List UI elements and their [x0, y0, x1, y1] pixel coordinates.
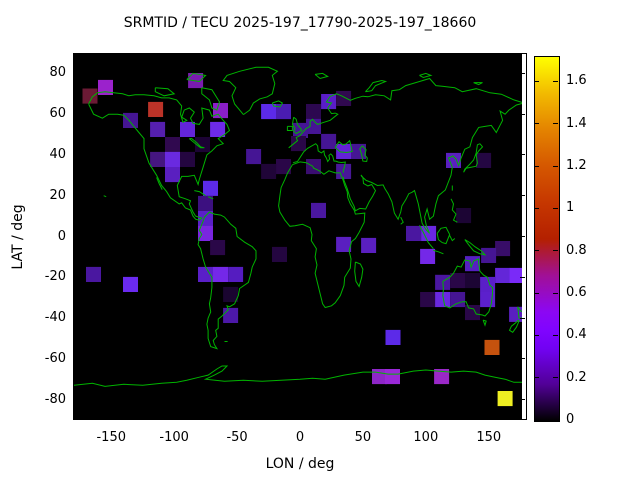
x-tick-label: 150: [476, 430, 502, 445]
right-border-tick: [520, 236, 525, 237]
gnuplot-window: SRMTID / TECU 2025-197_17790-2025-197_18…: [0, 0, 640, 480]
x-tick-label: -150: [96, 430, 126, 445]
colorbar-tick-mark: [534, 334, 539, 336]
y-tick-label: 20: [49, 187, 66, 203]
colorbar-tick-label: 0: [566, 412, 575, 427]
y-tick-label: -20: [44, 269, 66, 285]
x-tick-label: -50: [226, 430, 248, 445]
y-tick-label: -60: [44, 350, 66, 366]
y-axis-label: LAT / deg: [10, 204, 26, 270]
colorbar-tick-label: 0.2: [566, 369, 587, 385]
y-tick-label: 80: [49, 65, 66, 81]
colorbar-tick-mark: [534, 165, 539, 167]
colorbar-tick-label: 0.8: [566, 242, 587, 258]
plot-border: [73, 53, 527, 420]
colorbar-tick-label: 1.6: [566, 73, 587, 89]
colorbar-tick-label: 1: [566, 200, 575, 216]
right-border-tick: [520, 358, 525, 360]
colorbar-tick-mark: [553, 123, 558, 125]
x-tick-label: 0: [295, 430, 305, 445]
plot-title: SRMTID / TECU 2025-197_17790-2025-197_18…: [123, 15, 477, 31]
right-border-tick: [520, 317, 525, 319]
colorbar-tick-mark: [534, 292, 539, 294]
colorbar-tick-mark: [534, 377, 539, 379]
colorbar-tick-label: 0.6: [566, 285, 587, 301]
colorbar-tick-mark: [553, 377, 558, 379]
colorbar-tick-mark: [534, 123, 539, 125]
right-border-tick: [520, 72, 525, 74]
colorbar-tick-mark: [553, 334, 558, 336]
colorbar-tick-label: 1.2: [566, 158, 587, 174]
y-tick-label: -80: [44, 391, 66, 407]
x-tick-label: 100: [413, 430, 439, 445]
right-border-tick: [520, 276, 525, 278]
colorbar-tick-mark: [553, 250, 558, 252]
colorbar: [534, 56, 560, 422]
x-tick-label: -100: [159, 430, 189, 445]
colorbar-tick-mark: [534, 80, 539, 82]
y-tick-label: -40: [44, 310, 66, 326]
x-axis-label: LON / deg: [265, 456, 335, 472]
colorbar-tick-label: 1.4: [566, 115, 587, 131]
colorbar-tick-mark: [534, 250, 539, 252]
y-tick-label: 60: [49, 106, 66, 122]
x-tick-label: 50: [354, 430, 372, 445]
colorbar-tick-mark: [553, 207, 558, 209]
colorbar-tick-label: 0.4: [566, 327, 587, 343]
right-border-tick: [520, 154, 525, 156]
colorbar-tick-mark: [553, 80, 558, 82]
colorbar-tick-mark: [553, 292, 558, 294]
right-border-tick: [520, 195, 525, 197]
colorbar-tick-mark: [534, 207, 539, 209]
right-border-tick: [520, 113, 525, 115]
right-border-tick: [520, 399, 525, 401]
y-tick-label: 40: [49, 146, 66, 162]
colorbar-tick-mark: [553, 165, 558, 167]
